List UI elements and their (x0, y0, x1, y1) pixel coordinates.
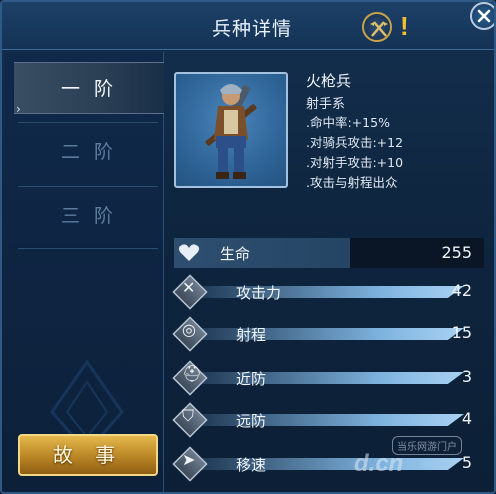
alert-icon[interactable]: ! (400, 11, 409, 42)
unit-detail-window: 兵种详情 ! › 一 阶 二 阶 三 阶 故 事 火枪兵 射手系 .命中率:+1… (0, 0, 496, 494)
story-button[interactable]: 故 事 (18, 434, 158, 476)
watermark: 当乐网游门户 d.cn (346, 432, 494, 488)
unit-perk: .对骑兵攻击:+12 (306, 135, 404, 150)
hp-row: 生命 255 (174, 238, 484, 268)
crossed-flags-emblem-icon (362, 12, 392, 42)
shield-glyph: ⛉ (182, 406, 195, 425)
stat-value: 4 (461, 409, 472, 428)
tier-sidebar: › 一 阶 二 阶 三 阶 故 事 (4, 52, 164, 492)
stat-bar (194, 414, 464, 426)
hp-value: 255 (441, 243, 472, 262)
stat-value: 3 (461, 367, 472, 386)
stat-value: 15 (451, 323, 472, 342)
divider (18, 122, 158, 123)
tab-tier-1[interactable]: › 一 阶 (14, 62, 164, 116)
stat-label: 远防 (236, 412, 267, 430)
heart-icon (178, 244, 200, 261)
boot-glyph: ➤ (182, 450, 196, 469)
crossed-swords-glyph: ✕ (182, 278, 196, 297)
stat-row-range: ◎ 射程 15 (172, 314, 484, 354)
stat-label: 攻击力 (236, 284, 282, 302)
unit-perk: .对射手攻击:+10 (306, 155, 404, 170)
hp-label: 生命 (220, 245, 251, 263)
unit-portrait (174, 72, 288, 188)
unit-type: 射手系 (306, 97, 346, 112)
divider (18, 186, 158, 187)
tier-label: 二 阶 (60, 141, 118, 163)
stat-bar (194, 372, 464, 384)
target-glyph: ◎ (182, 320, 196, 339)
tab-tier-3[interactable]: 三 阶 (14, 190, 164, 242)
stat-label: 移速 (236, 456, 267, 474)
close-button[interactable] (470, 2, 494, 30)
stat-label: 近防 (236, 370, 267, 388)
helmet-glyph: ⛑ (182, 364, 203, 383)
stat-row-melee-defense: ⛑ 近防 3 (172, 358, 484, 398)
tab-tier-2[interactable]: 二 阶 (14, 126, 164, 178)
musketeer-figure-icon (205, 84, 257, 179)
divider (18, 248, 158, 249)
unit-perk: .攻击与射程出众 (306, 175, 398, 190)
watermark-logo: d.cn (354, 450, 404, 477)
stat-label: 射程 (236, 326, 267, 344)
title-bar: 兵种详情 ! (2, 2, 494, 50)
stat-row-attack: ✕ 攻击力 42 (172, 272, 484, 312)
stat-bar (194, 286, 464, 298)
window-title: 兵种详情 (211, 18, 292, 40)
close-icon (477, 9, 491, 23)
stat-value: 42 (451, 281, 472, 300)
tier-label: 一 阶 (60, 78, 118, 100)
tier-label: 三 阶 (60, 205, 118, 227)
stat-bar (194, 328, 464, 340)
hp-label-bg (174, 238, 350, 268)
unit-perk: .命中率:+15% (306, 115, 390, 130)
unit-name: 火枪兵 (306, 72, 352, 90)
